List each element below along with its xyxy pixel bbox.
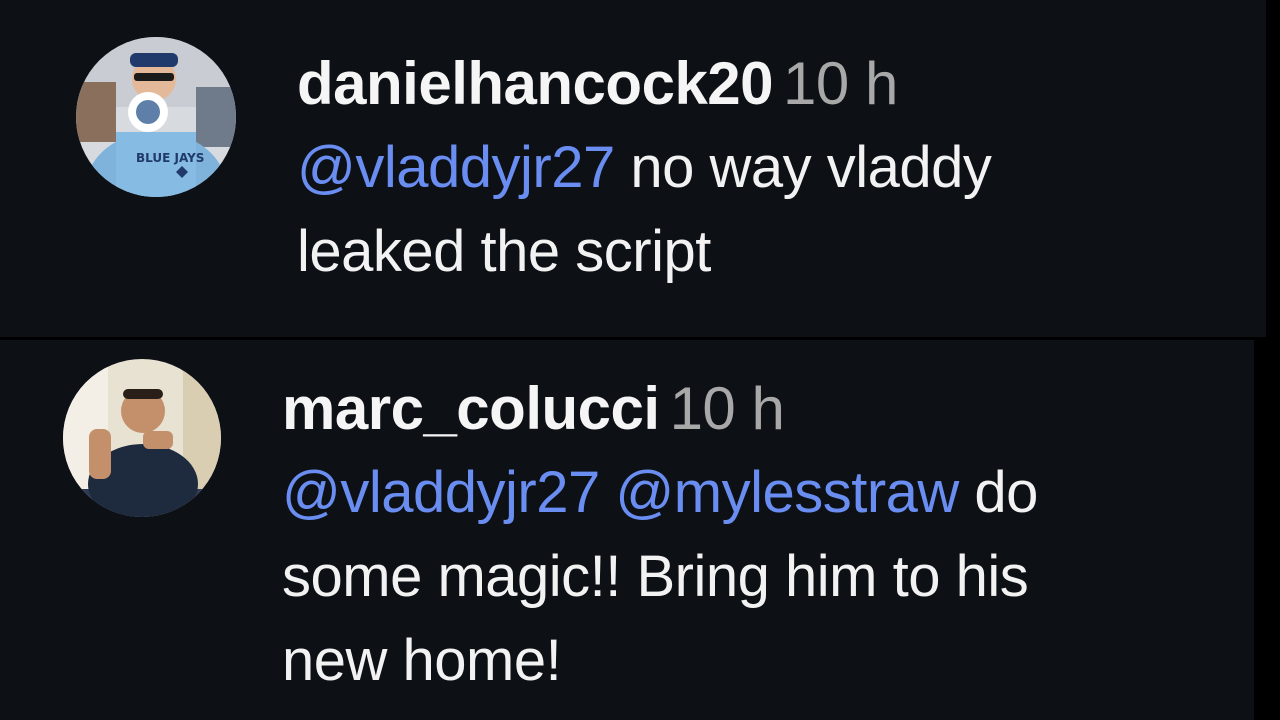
comment-text-line-3: new home!	[282, 628, 562, 693]
comment-text-line-2: some magic!! Bring him to his	[282, 544, 1029, 609]
timestamp: 10 h	[783, 50, 898, 117]
comment-header: danielhancock20 10 h	[297, 50, 1247, 118]
avatar[interactable]: BLUE JAYS	[76, 37, 236, 197]
avatar[interactable]	[63, 359, 221, 517]
mention-link[interactable]: @vladdyjr27	[297, 135, 615, 200]
comment-content: marc_colucci 10 h @vladdyjr27 @mylesstraw…	[282, 375, 1242, 703]
timestamp: 10 h	[669, 375, 785, 442]
comment-text-line-1: do	[958, 460, 1038, 525]
comment-item: BLUE JAYS danielhancock20 10 h @vladdyjr2…	[0, 0, 1266, 337]
profile-photo-icon	[63, 359, 221, 517]
comment-content: danielhancock20 10 h @vladdyjr27 no way v…	[297, 50, 1247, 294]
username-link[interactable]: danielhancock20	[297, 50, 774, 117]
comment-item: marc_colucci 10 h @vladdyjr27 @mylesstraw…	[0, 340, 1254, 720]
comments-screen: BLUE JAYS danielhancock20 10 h @vladdyjr2…	[0, 0, 1280, 720]
comment-text-line-1: no way vladdy	[614, 135, 992, 200]
comment-text-line-2: leaked the script	[297, 219, 711, 284]
profile-photo-icon: BLUE JAYS	[76, 37, 236, 197]
svg-text:BLUE JAYS: BLUE JAYS	[136, 151, 204, 165]
mention-link[interactable]: @mylesstraw	[615, 460, 959, 525]
comment-text: @vladdyjr27 no way vladdy leaked the scr…	[297, 126, 1247, 294]
comment-header: marc_colucci 10 h	[282, 375, 1242, 443]
comment-text: @vladdyjr27 @mylesstraw do some magic!! …	[282, 451, 1242, 703]
mention-link[interactable]: @vladdyjr27	[282, 460, 600, 525]
username-link[interactable]: marc_colucci	[282, 375, 660, 442]
